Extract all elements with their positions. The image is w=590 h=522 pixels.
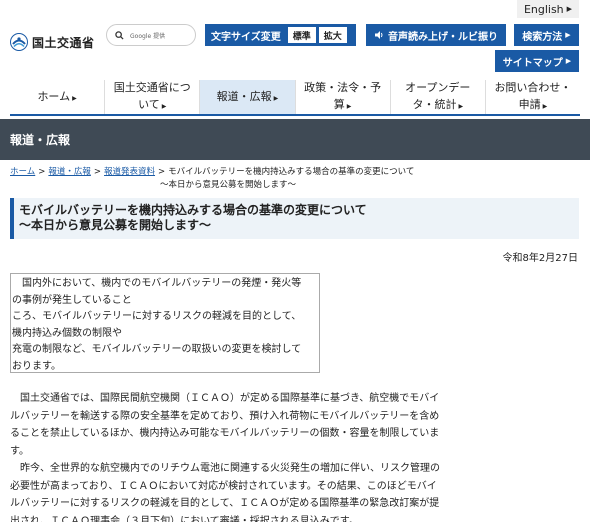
font-size-switcher: 文字サイズ変更 標準 拡大 [205,24,356,46]
triangle-right-icon: ▶ [72,94,77,102]
sitemap-button[interactable]: サイトマップ ▶ [495,50,579,72]
mlit-logo-icon [10,33,28,51]
triangle-right-icon: ▶ [458,103,464,110]
breadcrumb-releases-link[interactable]: 報道発表資料 [104,167,155,177]
article-body: 国土交通省では、国際民間航空機関（ＩＣＡＯ）が定める国際基準に基づき、航空機でモ… [10,390,440,522]
triangle-right-icon: ▶ [346,103,352,110]
nav-item-about[interactable]: 国土交通省について ▶ [105,80,201,114]
speech-ruby-button[interactable]: 音声読み上げ・ルビ振り [366,24,506,46]
summary-line: 国内外において、機内でのモバイルバッテリーの発煙・発火等 [12,278,302,289]
font-size-label: 文字サイズ変更 [211,31,281,43]
nav-item-home[interactable]: ホーム ▶ [10,80,106,114]
triangle-right-icon: ▶ [565,31,571,39]
nav-item-policy[interactable]: 政策・法令・予算 ▶ [296,80,391,114]
publish-date: 令和8年2月27日 [502,253,578,264]
nav-item-opendata[interactable]: オープンデータ・統計 ▶ [391,80,486,114]
triangle-right-icon: ▶ [273,94,279,102]
breadcrumb-home-link[interactable]: ホーム [10,167,35,177]
summary-line: ころ、モバイルバッテリーに対するリスクの軽減を目的として、 [12,311,302,322]
article-title-line2: ～本日から意見公募を開始します～ [19,218,212,232]
search-method-label: 検索方法 [522,31,563,43]
summary-line: 充電の制限など、モバイルバッテリーの取扱いの変更を検討して [12,344,302,355]
summary-line: 機内持込み個数の制限や [12,327,122,339]
triangle-right-icon: ▶ [566,5,573,13]
triangle-right-icon: ▶ [542,103,548,110]
nav-item-press[interactable]: 報道・広報 ▶ [200,80,296,114]
breadcrumb: ホーム > 報道・広報 > 報道発表資料 > モバイルバッテリーを機内持込みする場合の基準の… [10,166,585,192]
category-heading: 報道・広報 [0,119,590,160]
english-link[interactable]: English ▶ [517,0,579,18]
speech-label: 音声読み上げ・ルビ振り [388,31,498,43]
nav-label: ホーム [37,89,71,103]
body-paragraph: 昨今、全世界的な航空機内でのリチウム電池に関連する火災発生の増加に伴い、リスク管… [10,463,440,522]
nav-label: お問い合わせ・申請 [494,81,572,111]
breadcrumb-separator: > [38,167,46,177]
search-input[interactable]: Google 提供 [106,24,196,46]
font-size-large-button[interactable]: 拡大 [318,27,347,43]
site-logo[interactable]: 国土交通省 [10,33,95,51]
breadcrumb-separator: > [93,167,102,177]
sitemap-label: サイトマップ [502,57,563,69]
nav-label: 国土交通省について [113,81,191,111]
body-paragraph: 国土交通省では、国際民間航空機関（ＩＣＡＯ）が定める国際基準に基づき、航空機でモ… [10,393,440,457]
logo-text: 国土交通省 [32,35,95,50]
speaker-icon [375,31,383,39]
nav-label: 報道・広報 [216,89,272,103]
breadcrumb-press-link[interactable]: 報道・広報 [48,167,91,177]
summary-line: の事例が発生していること [12,294,132,306]
font-size-standard-button[interactable]: 標準 [287,27,316,43]
english-label: English [523,2,564,16]
summary-line: おります。 [12,360,61,372]
nav-label: 政策・法令・予算 [304,81,382,111]
triangle-right-icon: ▶ [565,57,572,65]
nav-item-contact[interactable]: お問い合わせ・申請 ▶ [486,80,580,114]
breadcrumb-separator: > [158,167,166,177]
search-method-button[interactable]: 検索方法 ▶ [514,24,579,46]
article-title: モバイルバッテリーを機内持込みする場合の基準の変更について ～本日から意見公募を… [10,198,579,239]
article-title-line1: モバイルバッテリーを機内持込みする場合の基準の変更について [19,203,367,217]
global-nav: ホーム ▶ 国土交通省について ▶ 報道・広報 ▶ 政策・法令・予算 ▶ オープンデータ… [10,80,580,116]
search-placeholder: Google 提供 [130,32,166,40]
breadcrumb-current: モバイルバッテリーを機内持込みする場合の基準の変更について [168,167,415,177]
summary-box: 国内外において、機内でのモバイルバッテリーの発煙・発火等 の事例が発生しているこ… [10,273,320,373]
triangle-right-icon: ▶ [161,103,167,110]
breadcrumb-current-subtitle: ～本日から意見公募を開始します～ [160,180,297,190]
search-icon [115,30,124,40]
